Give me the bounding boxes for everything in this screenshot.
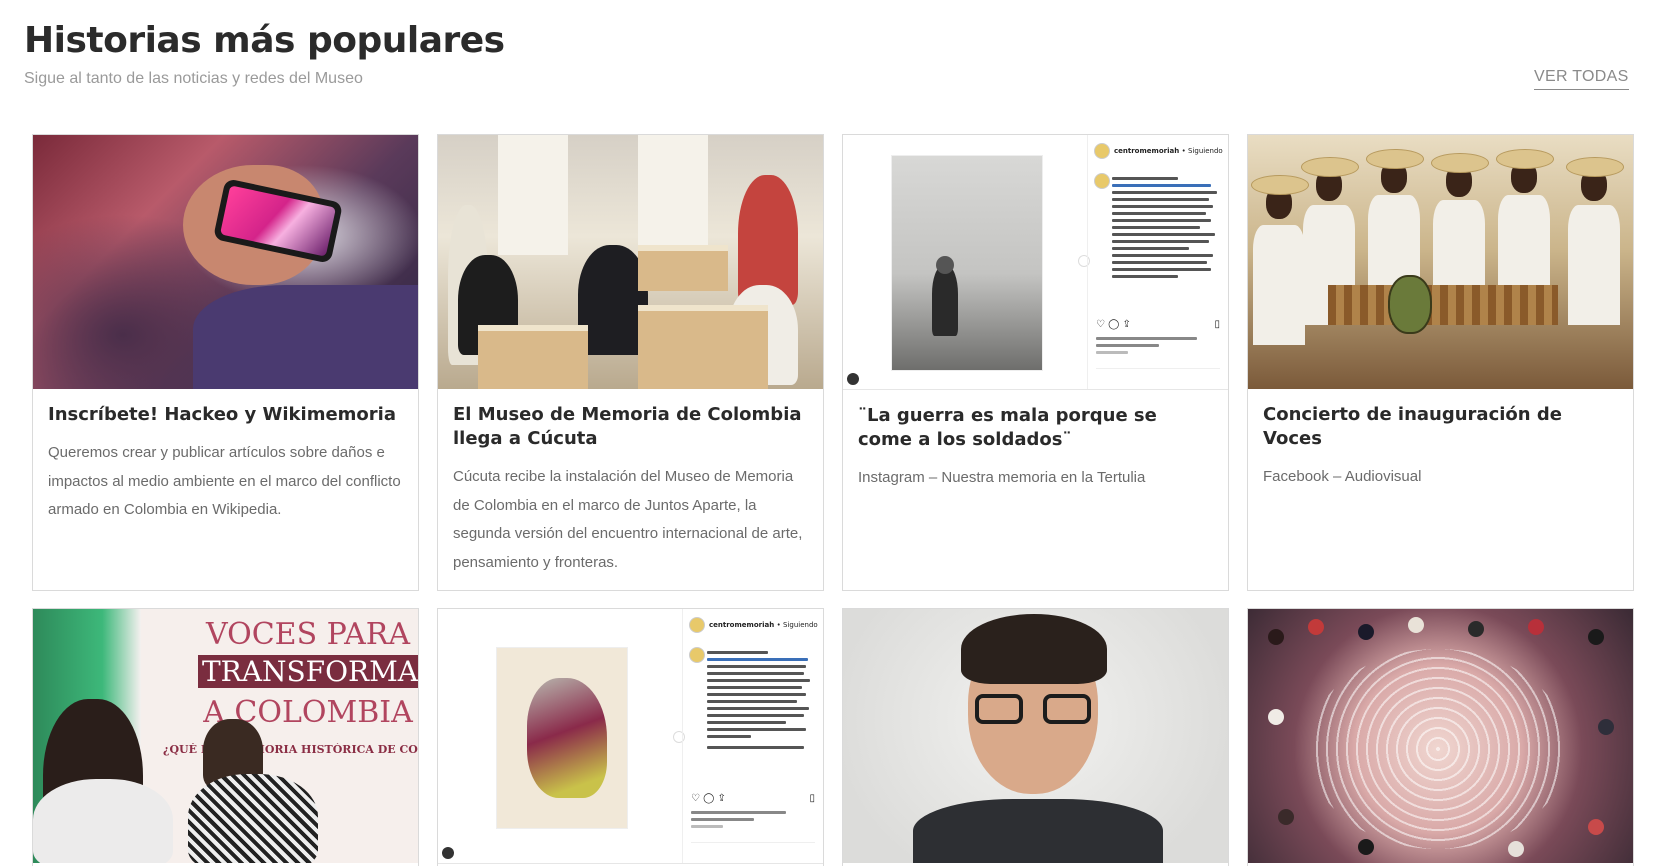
story-card-hackeo[interactable]: Inscríbete! Hackeo y Wikimemoria Queremo… (32, 134, 419, 591)
story-title[interactable]: Concierto de inauguración de Voces (1263, 403, 1618, 451)
page-title: Historias más populares (24, 20, 505, 61)
comment-input[interactable] (691, 842, 815, 853)
story-image-instagram-post[interactable]: centromemoriah • Siguiendo ♡ ◯ ⇪ ▯ (438, 609, 823, 864)
account-avatar-icon (1094, 143, 1110, 159)
story-excerpt: Cúcuta recibe la instalación del Museo d… (453, 468, 803, 571)
story-excerpt: Instagram – Nuestra memoria en la Tertul… (858, 469, 1146, 486)
story-card-concierto[interactable]: Concierto de inauguración de Voces Faceb… (1247, 134, 1634, 591)
page-subtitle: Sigue al tanto de las noticias y redes d… (24, 70, 363, 87)
story-title[interactable]: ¨La guerra es mala porque se come a los … (858, 404, 1213, 452)
story-image-classroom[interactable] (438, 135, 823, 389)
story-title[interactable]: El Museo de Memoria de Colombia llega a … (453, 403, 808, 451)
account-avatar-icon (689, 617, 705, 633)
story-image-phone[interactable] (33, 135, 418, 389)
user-icon (442, 847, 454, 859)
story-card-portrait[interactable] (842, 608, 1229, 866)
story-image-concert[interactable] (1248, 135, 1633, 389)
story-card-instagram-drawing[interactable]: centromemoriah • Siguiendo ♡ ◯ ⇪ ▯ (437, 608, 824, 866)
user-icon (847, 373, 859, 385)
story-card-crowd[interactable] (1247, 608, 1634, 866)
story-title[interactable]: Inscríbete! Hackeo y Wikimemoria (48, 403, 403, 427)
view-all-link[interactable]: VER TODAS (1534, 68, 1629, 90)
post-actions[interactable]: ♡ ◯ ⇪ ▯ (1096, 320, 1220, 330)
popular-stories-section: Historias más populares Sigue al tanto d… (0, 0, 1678, 866)
story-card-cucuta[interactable]: El Museo de Memoria de Colombia llega a … (437, 134, 824, 591)
story-excerpt: Facebook – Audiovisual (1263, 468, 1422, 485)
story-image-voces-banner[interactable]: VOCES PARA TRANSFORMAR A COLOMBIA ¿QUÉ E… (33, 609, 418, 863)
story-card-guerra[interactable]: centromemoriah • Siguiendo ♡ ◯ ⇪ ▯ ¨La g… (842, 134, 1229, 591)
account-name: centromemoriah • Siguiendo (709, 621, 818, 629)
account-name: centromemoriah • Siguiendo (1114, 147, 1223, 155)
story-image-instagram-post[interactable]: centromemoriah • Siguiendo ♡ ◯ ⇪ ▯ (843, 135, 1228, 390)
story-image-portrait[interactable] (843, 609, 1228, 863)
story-image-crowd-net[interactable] (1248, 609, 1633, 863)
post-actions[interactable]: ♡ ◯ ⇪ ▯ (691, 794, 815, 804)
story-excerpt: Queremos crear y publicar artículos sobr… (48, 444, 401, 518)
story-card-voces[interactable]: VOCES PARA TRANSFORMAR A COLOMBIA ¿QUÉ E… (32, 608, 419, 866)
comment-input[interactable] (1096, 368, 1220, 379)
glasses (975, 694, 1091, 724)
